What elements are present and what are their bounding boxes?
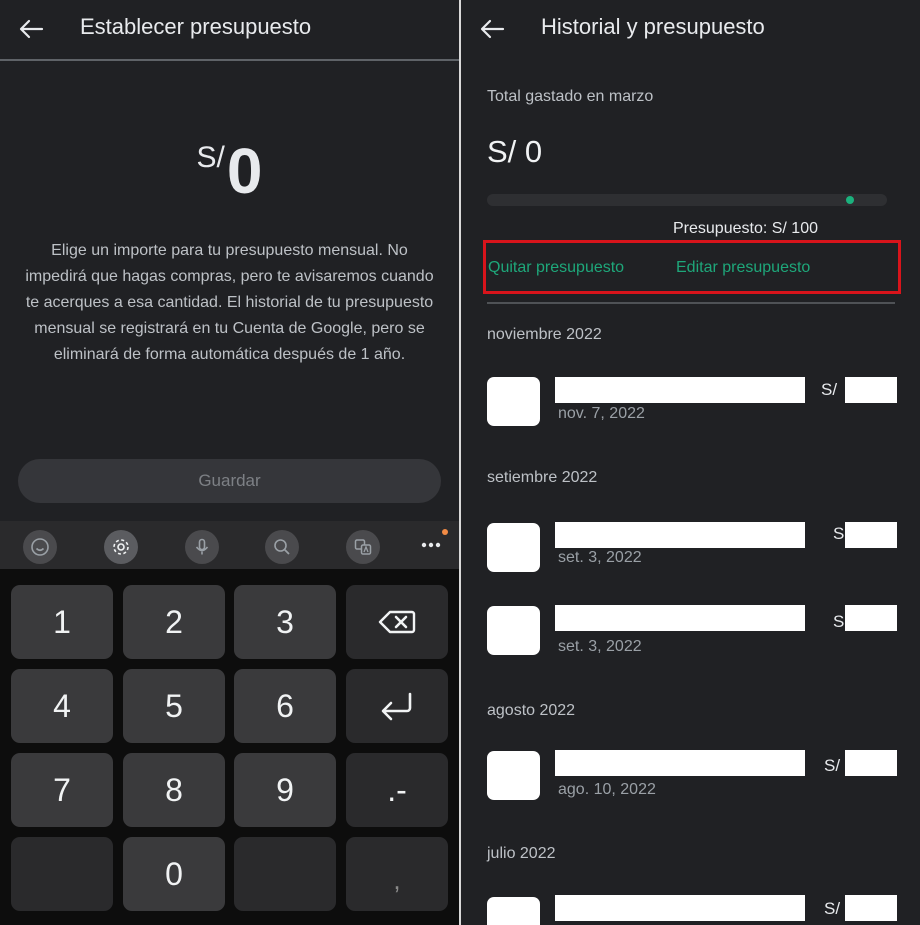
transaction-name-redacted[interactable] bbox=[555, 895, 805, 921]
key-blank bbox=[11, 837, 113, 911]
transaction-amount-redacted bbox=[845, 377, 897, 403]
backspace-icon bbox=[378, 610, 416, 634]
transaction-currency: S bbox=[833, 524, 845, 543]
remove-budget-link[interactable]: Quitar presupuesto bbox=[488, 259, 624, 277]
transaction-currency: S bbox=[833, 612, 845, 631]
page-title: Establecer presupuesto bbox=[80, 14, 312, 39]
budget-progress-bar bbox=[487, 194, 887, 206]
key-6[interactable]: 6 bbox=[234, 669, 336, 743]
key-7[interactable]: 7 bbox=[11, 753, 113, 827]
transaction-currency: S/ bbox=[824, 756, 841, 775]
transaction-name-redacted[interactable] bbox=[555, 522, 805, 548]
transaction-date: ago. 10, 2022 bbox=[558, 781, 656, 798]
key-2[interactable]: 2 bbox=[123, 585, 225, 659]
divider bbox=[487, 302, 895, 304]
key-dot-dash[interactable]: .- bbox=[346, 753, 448, 827]
month-header: julio 2022 bbox=[487, 845, 556, 862]
transaction-amount-redacted bbox=[845, 522, 897, 548]
key-9[interactable]: 9 bbox=[234, 753, 336, 827]
key-0[interactable]: 0 bbox=[123, 837, 225, 911]
transaction-icon bbox=[487, 523, 540, 572]
total-spent-value: S/ 0 bbox=[487, 134, 543, 169]
month-header: agosto 2022 bbox=[487, 702, 576, 719]
numeric-keyboard: 1 2 3 4 5 6 7 8 9 .- 0 , bbox=[0, 569, 459, 925]
more-options-icon[interactable] bbox=[418, 534, 446, 556]
transaction-date: nov. 7, 2022 bbox=[558, 405, 645, 422]
budget-limit-label: Presupuesto: S/ 100 bbox=[673, 220, 818, 237]
emoji-icon[interactable] bbox=[23, 530, 57, 564]
transaction-currency: S/ bbox=[821, 380, 838, 399]
enter-icon bbox=[381, 692, 412, 721]
transaction-icon bbox=[487, 377, 540, 426]
enter-key[interactable] bbox=[346, 669, 448, 743]
save-button[interactable]: Guardar bbox=[18, 459, 441, 503]
amount-value: 0 bbox=[226, 135, 263, 207]
transaction-date: set. 3, 2022 bbox=[558, 549, 642, 566]
translate-icon[interactable] bbox=[346, 530, 380, 564]
divider bbox=[0, 59, 459, 61]
back-arrow-icon[interactable] bbox=[479, 17, 505, 41]
key-4[interactable]: 4 bbox=[11, 669, 113, 743]
comma-label: , bbox=[393, 864, 401, 895]
backspace-key[interactable] bbox=[346, 585, 448, 659]
history-budget-screen: Historial y presupuesto Total gastado en… bbox=[461, 0, 920, 925]
transaction-amount-redacted bbox=[845, 895, 897, 921]
month-header: setiembre 2022 bbox=[487, 469, 598, 486]
transaction-amount-redacted bbox=[845, 750, 897, 776]
key-comma[interactable]: , bbox=[346, 837, 448, 911]
budget-progress-marker bbox=[846, 196, 854, 204]
keyboard-toolbar bbox=[0, 521, 459, 569]
notification-dot bbox=[442, 529, 448, 535]
settings-icon[interactable] bbox=[104, 530, 138, 564]
mic-icon[interactable] bbox=[185, 530, 219, 564]
transaction-date: set. 3, 2022 bbox=[558, 638, 642, 655]
budget-description: Elige un importe para tu presupuesto men… bbox=[25, 242, 434, 363]
total-spent-label: Total gastado en marzo bbox=[487, 88, 654, 105]
month-header: noviembre 2022 bbox=[487, 326, 602, 343]
key-3[interactable]: 3 bbox=[234, 585, 336, 659]
transaction-currency: S/ bbox=[824, 899, 841, 918]
currency-symbol: S/ bbox=[196, 141, 225, 174]
transaction-name-redacted[interactable] bbox=[555, 750, 805, 776]
key-blank bbox=[234, 837, 336, 911]
transaction-name-redacted[interactable] bbox=[555, 605, 805, 631]
key-1[interactable]: 1 bbox=[11, 585, 113, 659]
budget-amount-display[interactable]: S/0 bbox=[0, 135, 459, 207]
transaction-icon bbox=[487, 606, 540, 655]
transaction-icon bbox=[487, 751, 540, 800]
search-icon[interactable] bbox=[265, 530, 299, 564]
page-title: Historial y presupuesto bbox=[541, 14, 765, 39]
edit-budget-link[interactable]: Editar presupuesto bbox=[676, 259, 810, 277]
back-arrow-icon[interactable] bbox=[18, 17, 44, 41]
set-budget-screen: Establecer presupuesto S/0 Elige un impo… bbox=[0, 0, 459, 925]
key-5[interactable]: 5 bbox=[123, 669, 225, 743]
key-8[interactable]: 8 bbox=[123, 753, 225, 827]
app-bar: Establecer presupuesto bbox=[0, 0, 459, 58]
app-bar: Historial y presupuesto bbox=[461, 0, 920, 58]
transaction-name-redacted[interactable] bbox=[555, 377, 805, 403]
transaction-amount-redacted bbox=[845, 605, 897, 631]
transaction-icon bbox=[487, 897, 540, 925]
